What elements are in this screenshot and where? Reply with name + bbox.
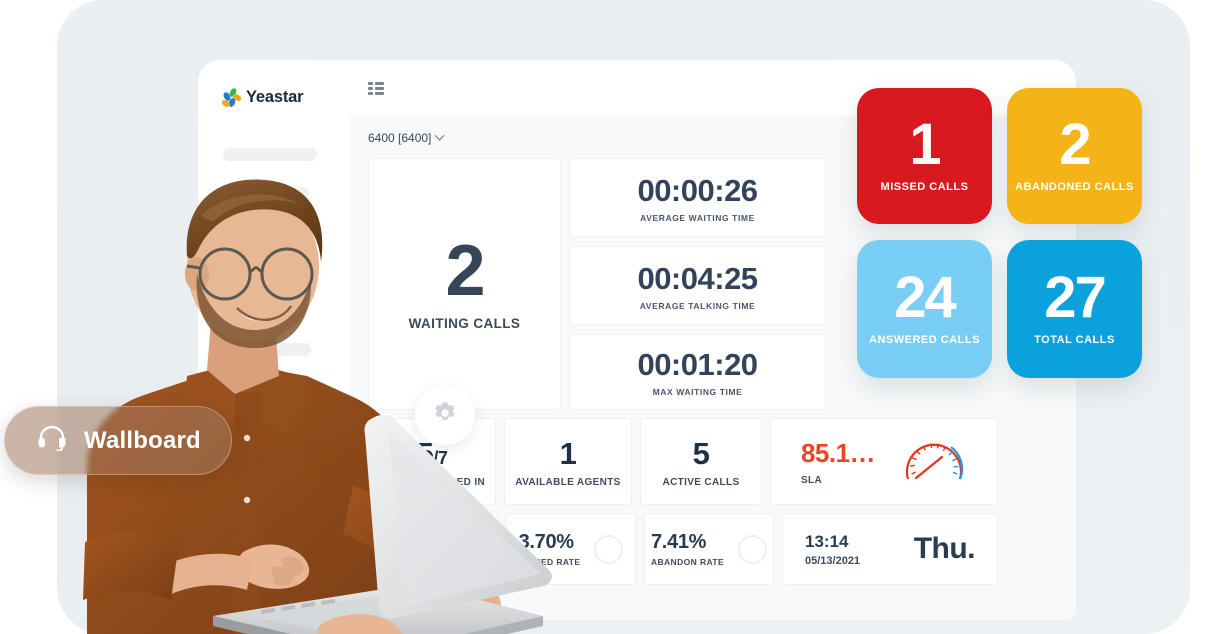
missed-rate-text: 3.70% MISSED RATE — [519, 531, 581, 567]
sla-label: SLA — [800, 474, 823, 486]
abandon-rate-tile: 7.41% ABANDON RATE — [644, 513, 774, 585]
abandon-rate-label: ABANDON RATE — [650, 557, 725, 567]
waiting-calls-tile: 2 WAITING CALLS — [368, 158, 561, 410]
screenshot-stage: Yeastar 6400 [6400] 2 WAITING CALLS 00:0… — [0, 0, 1225, 634]
abandon-rate-text: 7.41% ABANDON RATE — [651, 531, 724, 567]
available-agents-tile: 1 AVAILABLE AGENTS — [504, 418, 632, 505]
answered-calls-value: 24 — [894, 265, 956, 331]
abandoned-calls-value: 2 — [1059, 112, 1091, 178]
max-waiting-time-tile: 00:01:20 MAX WAITING TIME — [569, 334, 826, 410]
clock-time: 13:14 — [805, 531, 849, 551]
clock-date: 05/13/2021 — [805, 554, 861, 567]
list-menu-icon[interactable] — [368, 82, 384, 95]
progress-ring-icon — [465, 534, 495, 564]
abandoned-calls-label: ABANDONED CALLS — [1015, 180, 1134, 193]
answered-rate-text: 88.8% ANSWERED RATE — [372, 531, 452, 567]
sla-value: 85.1… — [800, 437, 876, 468]
average-talking-time-value: 00:04:25 — [637, 260, 758, 296]
sidebar-item-placeholder[interactable] — [223, 265, 319, 278]
abandoned-calls-card: 2 ABANDONED CALLS — [1007, 88, 1142, 224]
missed-rate-value: 3.70% — [518, 531, 575, 553]
abandon-rate-value: 7.41% — [650, 531, 707, 553]
waiting-calls-value: 2 — [445, 231, 485, 312]
total-calls-value: 27 — [1044, 265, 1106, 331]
brand-logo: Yeastar — [220, 86, 304, 108]
chevron-down-icon — [434, 130, 445, 141]
sidebar-item-placeholder[interactable] — [223, 226, 285, 239]
sla-tile: 85.1… SLA — [770, 418, 998, 505]
active-calls-label: ACTIVE CALLS — [662, 476, 740, 488]
average-talking-time-label: AVERAGE TALKING TIME — [639, 300, 756, 311]
yeastar-logo-icon — [220, 86, 243, 108]
missed-rate-tile: 3.70% MISSED RATE — [506, 513, 636, 585]
sla-text: 85.1… SLA — [800, 437, 876, 486]
average-talking-time-tile: 00:04:25 AVERAGE TALKING TIME — [569, 246, 826, 325]
average-waiting-time-value: 00:00:26 — [637, 172, 758, 208]
active-calls-tile: 5 ACTIVE CALLS — [640, 418, 762, 505]
answered-calls-label: ANSWERED CALLS — [869, 333, 980, 346]
answered-rate-value: 88.8% — [371, 531, 428, 553]
extension-selector-value: 6400 [6400] — [368, 131, 432, 145]
max-waiting-time-value: 00:01:20 — [637, 347, 758, 382]
average-waiting-time-tile: 00:00:26 AVERAGE WAITING TIME — [569, 158, 826, 237]
answered-rate-tile: 88.8% ANSWERED RATE — [368, 513, 498, 585]
agents-logged-in-total: /7 — [433, 447, 448, 468]
answered-calls-card: 24 ANSWERED CALLS — [857, 240, 992, 378]
missed-calls-value: 1 — [909, 112, 941, 178]
active-calls-value: 5 — [692, 435, 710, 471]
sidebar-item-placeholder[interactable] — [223, 187, 309, 200]
max-waiting-time-label: MAX WAITING TIME — [652, 387, 743, 397]
progress-ring-icon — [738, 534, 768, 564]
settings-badge[interactable] — [415, 385, 475, 445]
waiting-calls-label: WAITING CALLS — [408, 315, 521, 331]
wallboard-badge[interactable]: Wallboard — [4, 406, 232, 475]
clock-datetime: 13:14 05/13/2021 — [805, 532, 860, 567]
sidebar-item-placeholder[interactable] — [223, 304, 297, 317]
progress-ring-icon — [594, 534, 624, 564]
missed-calls-label: MISSED CALLS — [880, 180, 969, 193]
total-calls-label: TOTAL CALLS — [1034, 333, 1115, 346]
brand-name: Yeastar — [246, 88, 304, 106]
missed-rate-label: MISSED RATE — [518, 557, 581, 567]
sidebar-item-placeholder[interactable] — [223, 148, 317, 161]
available-agents-value: 1 — [559, 435, 577, 471]
extension-selector[interactable]: 6400 [6400] — [368, 130, 445, 145]
headset-icon — [37, 425, 67, 456]
clock-weekday: Thu. — [913, 532, 976, 565]
wallboard-label: Wallboard — [84, 426, 201, 454]
sidebar-nav: Yeastar — [198, 60, 350, 620]
sidebar-item-placeholder[interactable] — [223, 343, 311, 356]
missed-calls-card: 1 MISSED CALLS — [857, 88, 992, 224]
gear-icon — [432, 400, 458, 431]
clock-tile: 13:14 05/13/2021 Thu. — [782, 513, 998, 585]
answered-rate-label: ANSWERED RATE — [371, 557, 452, 567]
total-calls-card: 27 TOTAL CALLS — [1007, 240, 1142, 378]
average-waiting-time-label: AVERAGE WAITING TIME — [640, 212, 755, 223]
available-agents-label: AVAILABLE AGENTS — [515, 476, 621, 488]
gauge-icon — [901, 431, 967, 492]
agents-logged-in-label: AGENTS LOGGED IN — [378, 476, 486, 488]
